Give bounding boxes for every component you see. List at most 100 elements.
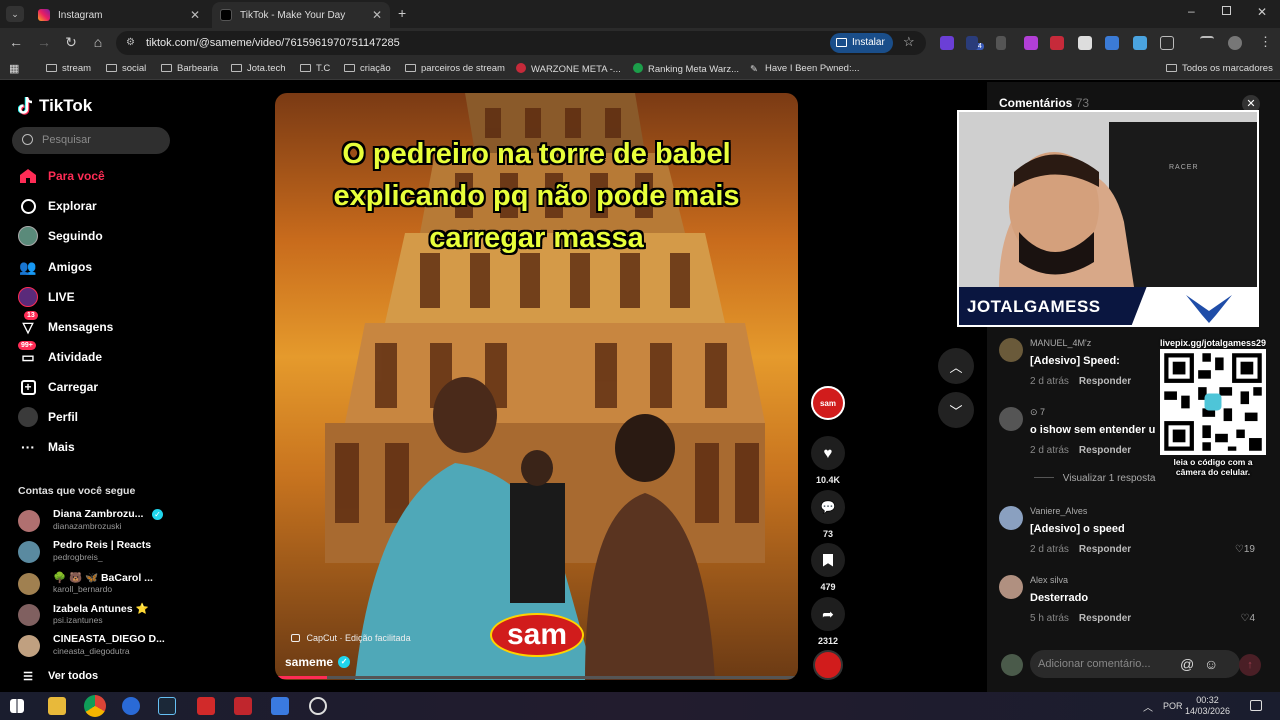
comment-input[interactable]: Adicionar comentário... @ ☺ (1030, 650, 1240, 678)
bookmark-warzone-meta[interactable]: WARZONE META -... (516, 63, 621, 75)
reply-button[interactable]: Responder (1079, 376, 1131, 387)
author-avatar-button[interactable]: sam (810, 386, 846, 420)
profile-avatar-icon[interactable] (1228, 36, 1242, 50)
browser-menu-icon[interactable]: ⋮ (1259, 34, 1272, 50)
nav-atividade[interactable]: ▭ 99+ Atividade (18, 341, 102, 369)
pen-extension-icon[interactable] (996, 36, 1006, 50)
chrome-icon[interactable] (84, 695, 106, 717)
share-button[interactable]: ➦ 2312 (810, 597, 846, 646)
profile-icon (18, 407, 38, 427)
extension-icon[interactable] (1050, 36, 1064, 50)
avatar[interactable] (999, 575, 1023, 599)
nav-carregar[interactable]: + Carregar (18, 375, 98, 399)
app-icon[interactable] (197, 697, 215, 715)
bookmark-jota-tech[interactable]: Jota.tech (231, 63, 286, 74)
minimize-icon[interactable]: – (1188, 4, 1195, 18)
nav-amigos[interactable]: 👥 Amigos (18, 255, 92, 279)
extensions-puzzle-icon[interactable] (1160, 36, 1174, 50)
send-comment-button[interactable]: ↑ (1239, 654, 1261, 676)
avatar[interactable] (999, 338, 1023, 362)
close-window-icon[interactable]: ✕ (1257, 5, 1267, 19)
bookmark-tc[interactable]: T.C (300, 63, 330, 74)
tab-instagram[interactable]: Instagram ✕ (30, 2, 208, 28)
nav-mais[interactable]: ··· Mais (18, 435, 75, 459)
tab-tiktok[interactable]: TikTok - Make Your Day ✕ (212, 2, 390, 28)
bookmark-barbearia[interactable]: Barbearia (161, 63, 218, 74)
like-button[interactable]: ♥ 10.4K (810, 436, 846, 485)
comment-user[interactable]: MANUEL_4M'z (1030, 338, 1091, 348)
extension-icon[interactable] (1133, 36, 1147, 50)
install-app-button[interactable]: Instalar (830, 33, 893, 53)
forward-icon[interactable]: → (34, 34, 54, 50)
app-icon[interactable] (309, 697, 327, 715)
comment-user[interactable]: Alex silva (1030, 575, 1068, 585)
comment-like-button[interactable]: ♡4 (1240, 613, 1255, 624)
avatar[interactable] (999, 407, 1023, 431)
extension-icon[interactable] (1024, 36, 1038, 50)
translate-extension-icon[interactable] (1105, 36, 1119, 50)
extension-icon[interactable] (940, 36, 954, 50)
bookmark-stream[interactable]: stream (46, 63, 91, 74)
bookmark-ranking-meta[interactable]: Ranking Meta Warz... (633, 63, 739, 75)
sound-disc-button[interactable] (810, 650, 846, 680)
notifications-icon[interactable] (1250, 700, 1262, 711)
comment-user[interactable]: Vaniere_Alves (1030, 506, 1087, 516)
streamer-banner: JOTALGAMESS (959, 287, 1257, 325)
comment-like-button[interactable]: ♡19 (1235, 544, 1255, 555)
url-field[interactable]: ⚙ tiktok.com/@sameme/video/7615961970751… (116, 31, 926, 55)
reading-list-icon[interactable] (1200, 36, 1214, 44)
comment-user[interactable]: ⊙ 7 (1030, 407, 1045, 418)
app-icon[interactable] (271, 697, 289, 715)
tab-search-button[interactable]: ⌄ (6, 6, 24, 22)
tiktok-logo[interactable]: TikTok (18, 96, 92, 116)
back-icon[interactable]: ← (6, 34, 26, 50)
system-clock[interactable]: 00:32 14/03/2026 (1185, 695, 1230, 717)
bookmark-star-icon[interactable]: ☆ (903, 34, 915, 50)
all-bookmarks[interactable]: Todos os marcadores (1166, 63, 1273, 74)
nav-seguindo[interactable]: Seguindo (18, 224, 103, 248)
reply-button[interactable]: Responder (1079, 445, 1131, 456)
video-player[interactable]: O pedreiro na torre de babel explicando … (275, 93, 798, 680)
video-author[interactable]: sameme ✓ (285, 655, 351, 669)
bookmark-hibp[interactable]: ✎ Have I Been Pwned:... (750, 63, 860, 75)
nav-perfil[interactable]: Perfil (18, 405, 78, 429)
steam-icon[interactable] (158, 697, 176, 715)
save-button[interactable]: 479 (810, 543, 846, 592)
reply-button[interactable]: Responder (1079, 613, 1131, 624)
see-all-following[interactable]: ☰ Ver todos (18, 664, 98, 688)
mention-icon[interactable]: @ (1180, 650, 1194, 678)
reply-button[interactable]: Responder (1079, 544, 1131, 555)
home-page-icon[interactable]: ⌂ (88, 34, 108, 50)
nav-mensagens[interactable]: ▽ 13 Mensagens (18, 311, 113, 339)
language-indicator[interactable]: POR (1163, 701, 1183, 711)
extension-icon[interactable] (966, 36, 978, 50)
apps-grid-icon[interactable]: ▦ (9, 62, 19, 75)
site-info-icon[interactable]: ⚙ (126, 31, 135, 55)
view-replies-button[interactable]: Visualizar 1 resposta (1034, 473, 1155, 484)
emoji-icon[interactable]: ☺ (1204, 650, 1218, 678)
app-icon[interactable] (234, 697, 252, 715)
windows-start-icon[interactable] (10, 699, 24, 713)
app-icon[interactable] (122, 697, 140, 715)
previous-video-button[interactable]: ︿ (938, 348, 974, 384)
nav-live[interactable]: LIVE (18, 285, 75, 309)
avatar[interactable] (999, 506, 1023, 530)
file-explorer-icon[interactable] (48, 697, 66, 715)
search-input[interactable]: Pesquisar (12, 127, 170, 154)
nav-para-voce[interactable]: Para você (18, 164, 105, 188)
close-tab-icon[interactable]: ✕ (372, 8, 382, 22)
nav-explorar[interactable]: Explorar (18, 194, 97, 218)
reload-icon[interactable]: ↻ (61, 34, 81, 51)
bookmark-social[interactable]: social (106, 63, 146, 74)
close-tab-icon[interactable]: ✕ (190, 8, 200, 22)
bookmark-criacao[interactable]: criação (344, 63, 391, 74)
maximize-icon[interactable] (1222, 6, 1231, 15)
tray-chevron-icon[interactable]: ︿ (1143, 699, 1153, 714)
extension-icon[interactable] (1078, 36, 1092, 50)
new-tab-button[interactable]: + (398, 5, 406, 21)
video-progress-bar[interactable] (275, 676, 798, 679)
comment-button[interactable]: 💬 73 (810, 490, 846, 539)
bookmark-parceiros[interactable]: parceiros de stream (405, 63, 505, 74)
capcut-label[interactable]: CapCut · Edição facilitada (291, 633, 411, 643)
next-video-button[interactable]: ﹀ (938, 392, 974, 428)
